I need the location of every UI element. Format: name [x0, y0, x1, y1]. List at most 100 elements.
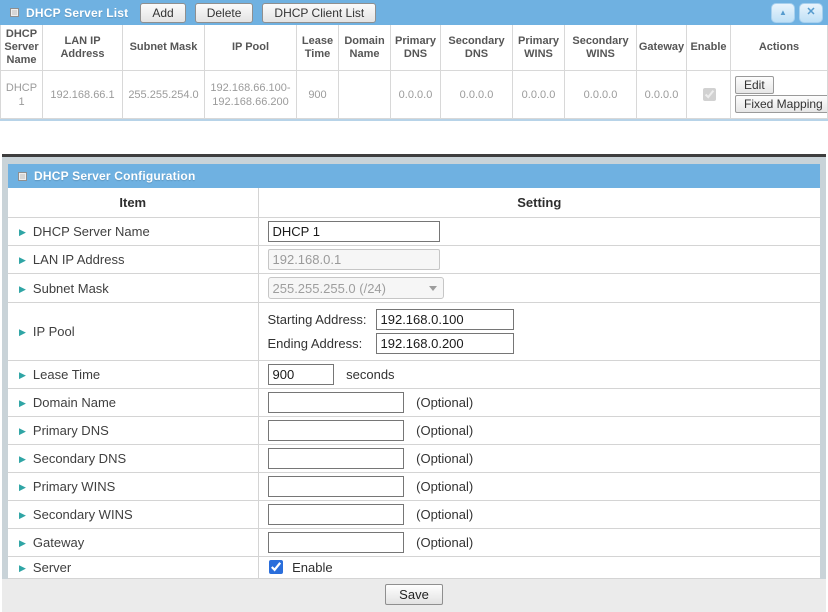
- dhcp-server-name-input[interactable]: [268, 221, 440, 242]
- row-lease-time: ▶Lease Time seconds: [8, 361, 820, 389]
- collapse-icon[interactable]: ▲: [771, 3, 795, 23]
- delete-button[interactable]: Delete: [195, 3, 254, 23]
- server-enable-label: Enable: [292, 560, 332, 575]
- lease-time-unit: seconds: [346, 367, 394, 382]
- row-ip-pool: ▶IP Pool Starting Address: Ending Addres…: [8, 303, 820, 361]
- dhcp-server-list-panel: DHCP Server List Add Delete DHCP Client …: [0, 0, 828, 121]
- field-label: ▶Secondary DNS: [8, 445, 258, 473]
- col-secondary-dns: Secondary DNS: [441, 25, 513, 71]
- dhcp-server-configuration-panel: DHCP Server Configuration Item Setting ▶…: [2, 154, 826, 612]
- panel-square-icon: [18, 172, 27, 181]
- add-button[interactable]: Add: [140, 3, 185, 23]
- field-label: ▶Gateway: [8, 529, 258, 557]
- arrow-icon: ▶: [19, 284, 26, 294]
- arrow-icon: ▶: [19, 370, 26, 380]
- cell-actions: Edit Fixed Mapping: [731, 71, 828, 119]
- dhcp-server-list-header: DHCP Server List Add Delete DHCP Client …: [0, 0, 828, 25]
- field-label: ▶Primary DNS: [8, 417, 258, 445]
- field-label: ▶Lease Time: [8, 361, 258, 389]
- arrow-icon: ▶: [19, 482, 26, 492]
- close-icon[interactable]: ✕: [799, 3, 823, 23]
- chevron-down-icon: [429, 286, 437, 291]
- arrow-icon: ▶: [19, 398, 26, 408]
- optional-hint: (Optional): [416, 395, 473, 410]
- dhcp-client-list-button[interactable]: DHCP Client List: [262, 3, 376, 23]
- field-label: ▶Primary WINS: [8, 473, 258, 501]
- col-enable: Enable: [687, 25, 731, 71]
- form-footer: Save: [2, 579, 826, 612]
- row-primary-dns: ▶Primary DNS (Optional): [8, 417, 820, 445]
- panel-square-icon: [10, 8, 19, 17]
- cell-primary-dns: 0.0.0.0: [391, 71, 441, 119]
- col-domain-name: Domain Name: [339, 25, 391, 71]
- form-header-row: Item Setting: [8, 188, 820, 218]
- secondary-wins-input[interactable]: [268, 504, 404, 525]
- cell-lan-ip: 192.168.66.1: [43, 71, 123, 119]
- row-primary-wins: ▶Primary WINS (Optional): [8, 473, 820, 501]
- cell-name: DHCP 1: [1, 71, 43, 119]
- cell-primary-wins: 0.0.0.0: [513, 71, 565, 119]
- gateway-input[interactable]: [268, 532, 404, 553]
- optional-hint: (Optional): [416, 479, 473, 494]
- primary-dns-input[interactable]: [268, 420, 404, 441]
- col-ip-pool: IP Pool: [205, 25, 297, 71]
- primary-wins-input[interactable]: [268, 476, 404, 497]
- lease-time-input[interactable]: [268, 364, 334, 385]
- col-actions: Actions: [731, 25, 828, 71]
- arrow-icon: ▶: [19, 538, 26, 548]
- panel-title: DHCP Server List: [26, 6, 128, 20]
- field-label: ▶Server: [8, 557, 258, 579]
- cell-subnet-mask: 255.255.254.0: [123, 71, 205, 119]
- edit-button[interactable]: Edit: [735, 76, 774, 94]
- arrow-icon: ▶: [19, 255, 26, 265]
- arrow-icon: ▶: [19, 227, 26, 237]
- dhcp-server-list-table: DHCP Server Name LAN IP Address Subnet M…: [0, 25, 828, 119]
- list-header-row: DHCP Server Name LAN IP Address Subnet M…: [1, 25, 828, 71]
- save-button[interactable]: Save: [385, 584, 443, 605]
- col-lan-ip-address: LAN IP Address: [43, 25, 123, 71]
- panel-gap: [0, 121, 828, 154]
- fixed-mapping-button[interactable]: Fixed Mapping: [735, 95, 828, 113]
- col-primary-dns: Primary DNS: [391, 25, 441, 71]
- starting-address-input[interactable]: [376, 309, 514, 330]
- col-gateway: Gateway: [637, 25, 687, 71]
- panel-title: DHCP Server Configuration: [34, 169, 195, 183]
- col-primary-wins: Primary WINS: [513, 25, 565, 71]
- cell-enable: [687, 71, 731, 119]
- field-label: ▶LAN IP Address: [8, 246, 258, 274]
- subnet-mask-selected-value: 255.255.255.0 (/24): [273, 281, 386, 296]
- starting-address-label: Starting Address:: [268, 312, 376, 327]
- table-row: DHCP 1 192.168.66.1 255.255.254.0 192.16…: [1, 71, 828, 119]
- cell-gateway: 0.0.0.0: [637, 71, 687, 119]
- setting-column-header: Setting: [258, 188, 820, 218]
- arrow-icon: ▶: [19, 510, 26, 520]
- dhcp-server-configuration-header: DHCP Server Configuration: [8, 164, 820, 188]
- arrow-icon: ▶: [19, 563, 26, 573]
- row-dhcp-server-name: ▶DHCP Server Name: [8, 218, 820, 246]
- arrow-icon: ▶: [19, 454, 26, 464]
- field-label: ▶IP Pool: [8, 303, 258, 361]
- secondary-dns-input[interactable]: [268, 448, 404, 469]
- field-label: ▶Secondary WINS: [8, 501, 258, 529]
- lan-ip-address-input: [268, 249, 440, 270]
- row-subnet-mask: ▶Subnet Mask 255.255.255.0 (/24): [8, 274, 820, 303]
- col-secondary-wins: Secondary WINS: [565, 25, 637, 71]
- cell-secondary-dns: 0.0.0.0: [441, 71, 513, 119]
- optional-hint: (Optional): [416, 507, 473, 522]
- field-label: ▶Subnet Mask: [8, 274, 258, 303]
- optional-hint: (Optional): [416, 423, 473, 438]
- server-enable-checkbox[interactable]: [269, 560, 283, 574]
- arrow-icon: ▶: [19, 327, 26, 337]
- field-label: ▶Domain Name: [8, 389, 258, 417]
- domain-name-input[interactable]: [268, 392, 404, 413]
- row-domain-name: ▶Domain Name (Optional): [8, 389, 820, 417]
- col-dhcp-server-name: DHCP Server Name: [1, 25, 43, 71]
- col-lease-time: Lease Time: [297, 25, 339, 71]
- arrow-icon: ▶: [19, 426, 26, 436]
- row-gateway: ▶Gateway (Optional): [8, 529, 820, 557]
- dhcp-server-configuration-table: Item Setting ▶DHCP Server Name ▶LAN IP A…: [8, 188, 820, 579]
- ending-address-input[interactable]: [376, 333, 514, 354]
- row-lan-ip-address: ▶LAN IP Address: [8, 246, 820, 274]
- cell-secondary-wins: 0.0.0.0: [565, 71, 637, 119]
- optional-hint: (Optional): [416, 451, 473, 466]
